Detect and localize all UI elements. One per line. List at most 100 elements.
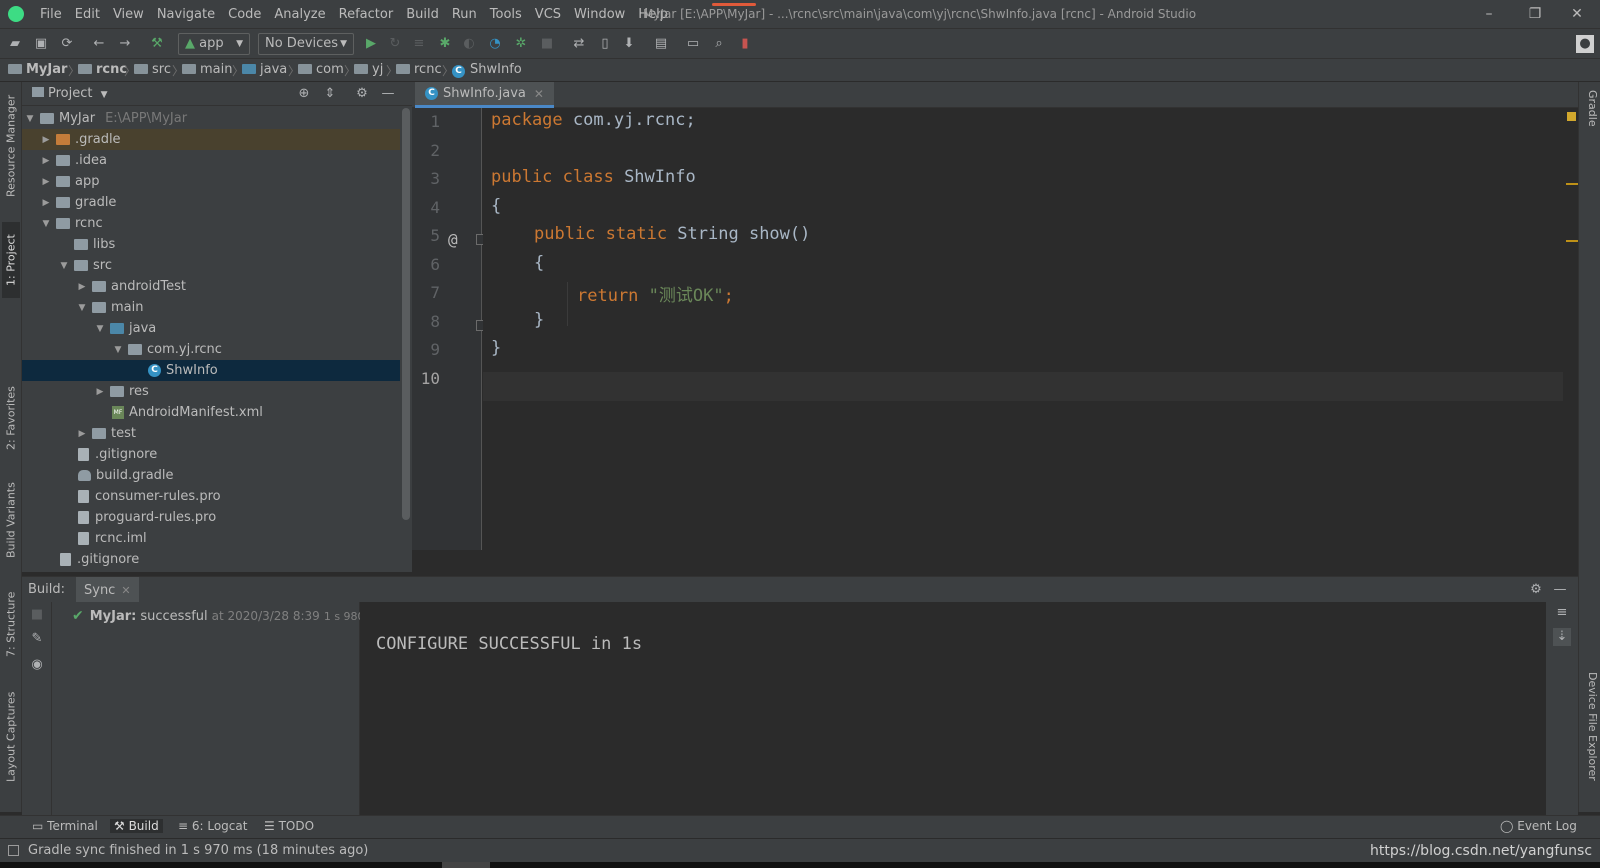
- menu-file[interactable]: File: [40, 7, 62, 22]
- tab-todo[interactable]: ☰ TODO: [264, 819, 314, 833]
- tab-gradle[interactable]: Gradle: [1581, 90, 1599, 127]
- tab-sync[interactable]: Sync ✕: [76, 577, 139, 603]
- tab-build[interactable]: ⚒ Build: [110, 819, 163, 833]
- breadcrumb-item-yj[interactable]: yj: [354, 62, 383, 77]
- tab-event-log[interactable]: ◯ Event Log: [1500, 819, 1577, 833]
- eye-icon[interactable]: ◉: [28, 656, 46, 674]
- back-icon[interactable]: ←: [90, 35, 108, 53]
- warning-status-icon[interactable]: [1567, 112, 1576, 121]
- tab-structure[interactable]: 7: Structure: [2, 582, 20, 666]
- menu-vcs[interactable]: VCS: [535, 7, 561, 22]
- menu-window[interactable]: Window: [574, 7, 625, 22]
- tab-device-file-explorer[interactable]: Device File Explorer: [1581, 672, 1599, 781]
- breadcrumb-item-java[interactable]: java: [242, 62, 287, 77]
- scroll-to-end-icon[interactable]: ⇣: [1553, 628, 1571, 646]
- forward-icon[interactable]: →: [116, 35, 134, 53]
- tree-item-shwinfo[interactable]: C ShwInfo: [22, 360, 400, 381]
- tree-item-rcnc-iml[interactable]: rcnc.iml: [22, 528, 400, 549]
- breadcrumb-item-rcnc-pkg[interactable]: rcnc: [396, 62, 442, 77]
- menu-refactor[interactable]: Refactor: [339, 7, 394, 22]
- error-stripe[interactable]: [1563, 108, 1578, 550]
- hide-icon[interactable]: —: [1552, 582, 1568, 598]
- sync-icon[interactable]: ⟳: [58, 35, 76, 53]
- gear-icon[interactable]: ⚙: [354, 86, 370, 102]
- taskbar-item[interactable]: [442, 862, 490, 868]
- breadcrumb-item-myjar[interactable]: MyJar: [8, 62, 67, 77]
- menu-code[interactable]: Code: [228, 7, 261, 22]
- tree-item-app[interactable]: ▶ app: [22, 171, 400, 192]
- menu-build[interactable]: Build: [406, 7, 439, 22]
- debug-icon[interactable]: ✱: [436, 35, 454, 53]
- tree-item-proguard-rules[interactable]: proguard-rules.pro: [22, 507, 400, 528]
- menu-view[interactable]: View: [113, 7, 144, 22]
- tree-item-gitignore[interactable]: .gitignore: [22, 444, 400, 465]
- override-marker-icon[interactable]: @: [448, 230, 458, 249]
- tree-item-consumer-rules[interactable]: consumer-rules.pro: [22, 486, 400, 507]
- breadcrumb-item-src[interactable]: src: [134, 62, 171, 77]
- tree-item-androidtest[interactable]: ▶ androidTest: [22, 276, 400, 297]
- layout-inspector-icon[interactable]: ▭: [684, 35, 702, 53]
- breadcrumb-item-com[interactable]: com: [298, 62, 344, 77]
- tab-project[interactable]: 1: Project: [2, 222, 20, 298]
- tab-layout-captures[interactable]: Layout Captures: [2, 682, 20, 792]
- gear-icon[interactable]: ⚙: [1528, 582, 1544, 598]
- save-all-icon[interactable]: ▣: [32, 35, 50, 53]
- breadcrumb-item-shwinfo[interactable]: C ShwInfo: [452, 62, 522, 78]
- device-combo[interactable]: No Devices ▼: [258, 33, 354, 55]
- stop-icon[interactable]: ■: [28, 606, 46, 624]
- avd-manager-icon[interactable]: ▯: [596, 35, 614, 53]
- restore-button[interactable]: ❐: [1512, 0, 1558, 28]
- collapse-all-icon[interactable]: ⇕: [322, 86, 338, 102]
- sdk-manager-icon[interactable]: ⬇: [620, 35, 638, 53]
- tree-item-root-gitignore[interactable]: .gitignore: [22, 549, 400, 570]
- menu-navigate[interactable]: Navigate: [157, 7, 215, 22]
- apply-code-changes-icon[interactable]: ≡: [410, 35, 428, 53]
- tree-item-idea[interactable]: ▶ .idea: [22, 150, 400, 171]
- run-config-combo[interactable]: ▲ app ▼: [178, 33, 250, 55]
- tab-shwinfo-java[interactable]: C ShwInfo.java ✕: [415, 82, 554, 108]
- tree-item-libs[interactable]: libs: [22, 234, 400, 255]
- tree-item-gradle-dir[interactable]: ▶ .gradle: [22, 129, 400, 150]
- menu-tools[interactable]: Tools: [490, 7, 522, 22]
- tree-item-package[interactable]: ▼ com.yj.rcnc: [22, 339, 400, 360]
- apply-changes-icon[interactable]: ↻: [386, 35, 404, 53]
- profile-icon[interactable]: ◔: [486, 35, 504, 53]
- locate-icon[interactable]: ⊕: [296, 86, 312, 102]
- run-icon[interactable]: ▶: [362, 35, 380, 53]
- tab-resource-manager[interactable]: Resource Manager: [2, 90, 20, 202]
- gradle-sync-icon[interactable]: ⇄: [570, 35, 588, 53]
- stop-icon[interactable]: ■: [538, 35, 556, 53]
- tab-logcat[interactable]: ≡ 6: Logcat: [178, 819, 247, 833]
- tab-build-variants[interactable]: Build Variants: [2, 474, 20, 566]
- minimize-button[interactable]: –: [1466, 0, 1512, 28]
- tree-item-build-gradle[interactable]: build.gradle: [22, 465, 400, 486]
- user-avatar-icon[interactable]: ●: [1576, 35, 1594, 53]
- close-window-button[interactable]: ✕: [1554, 0, 1600, 28]
- tree-item-manifest[interactable]: MF AndroidManifest.xml: [22, 402, 400, 423]
- make-project-icon[interactable]: ⚒: [148, 35, 166, 53]
- device-manager-icon[interactable]: ▮: [736, 35, 754, 53]
- menu-edit[interactable]: Edit: [75, 7, 100, 22]
- tree-item-java[interactable]: ▼ java: [22, 318, 400, 339]
- build-output[interactable]: CONFIGURE SUCCESSFUL in 1s: [360, 602, 1546, 815]
- tab-favorites[interactable]: 2: Favorites: [2, 378, 20, 458]
- close-icon[interactable]: ✕: [121, 584, 130, 597]
- tree-item-main[interactable]: ▼ main: [22, 297, 400, 318]
- tree-item-myjar[interactable]: ▼ MyJar E:\APP\MyJar: [22, 108, 400, 129]
- tree-item-rcnc[interactable]: ▼ rcnc: [22, 213, 400, 234]
- tab-terminal[interactable]: ▭ Terminal: [32, 819, 98, 833]
- coverage-icon[interactable]: ◐: [460, 35, 478, 53]
- tree-scrollbar[interactable]: [402, 108, 410, 520]
- attach-debugger-icon[interactable]: ✲: [512, 35, 530, 53]
- soft-wrap-icon[interactable]: ≡: [1553, 604, 1571, 622]
- menu-run[interactable]: Run: [452, 7, 477, 22]
- hide-icon[interactable]: —: [380, 86, 396, 102]
- close-icon[interactable]: ✕: [534, 87, 544, 101]
- toggle-tool-windows-icon[interactable]: [8, 845, 19, 856]
- tree-item-res[interactable]: ▶ res: [22, 381, 400, 402]
- project-view-selector[interactable]: Project ▼: [32, 86, 108, 101]
- build-result-row[interactable]: ✔ MyJar: successful at 2020/3/28 8:39 1 …: [72, 608, 385, 624]
- tree-item-gradle[interactable]: ▶ gradle: [22, 192, 400, 213]
- menu-analyze[interactable]: Analyze: [274, 7, 325, 22]
- pin-icon[interactable]: ✎: [28, 630, 46, 648]
